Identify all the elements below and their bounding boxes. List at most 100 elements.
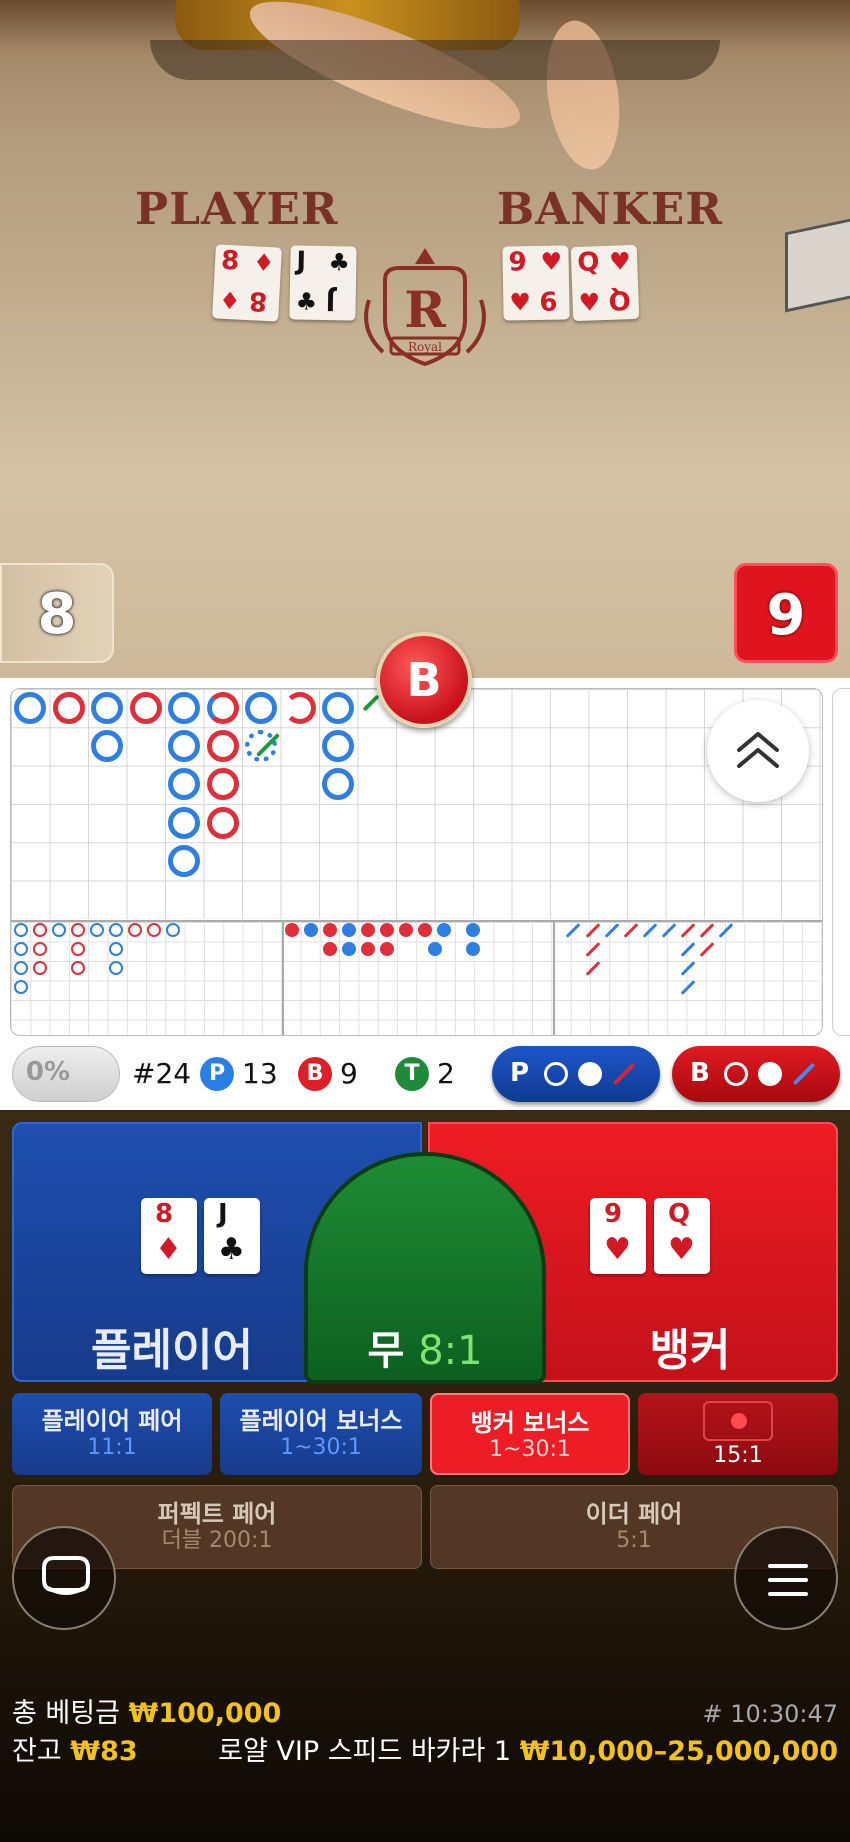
predict-dot-icon: [578, 1062, 602, 1086]
banker-pair-odds: 15:1: [713, 1443, 763, 1468]
banker-bet-card-1: 9 ♥: [590, 1198, 646, 1274]
balance-label: 잔고: [12, 1736, 62, 1767]
table-name: 로얄 VIP 스피드 바카라 1: [218, 1736, 512, 1767]
bigeye-mark: [14, 980, 28, 994]
player-predict-button[interactable]: P: [492, 1046, 660, 1102]
road-player-ring: [322, 768, 354, 800]
stats-bar: 0% #24 P 13 B 9 T 2 P B: [0, 1036, 850, 1110]
bigeye-mark: [33, 961, 47, 975]
expand-roadmap-button[interactable]: [707, 700, 809, 802]
tie-odds: 8:1: [418, 1328, 483, 1374]
table-player-card-1: 8 ♦ ♦ 8: [212, 244, 282, 322]
bigeye-mark: [109, 961, 123, 975]
road-player-ring: [14, 692, 46, 724]
bigeye-mark: [14, 942, 28, 956]
bigeye-mark: [90, 923, 104, 937]
royal-crest-logo: R Royal: [355, 240, 495, 380]
smallroad-mark: [466, 923, 480, 937]
tie-bet-label: 무 8:1: [367, 1328, 483, 1374]
banker-predict-button[interactable]: B: [672, 1046, 840, 1102]
road-player-ring: [245, 730, 277, 762]
player-predict-label: P: [510, 1058, 530, 1088]
bigeye-mark: [166, 923, 180, 937]
banker-bet-card-2: Q ♥: [654, 1198, 710, 1274]
chat-button[interactable]: [12, 1526, 116, 1630]
predict-slash-icon: [612, 1062, 636, 1086]
balance-row: 잔고 ₩83: [12, 1735, 138, 1769]
smallroad-mark: [342, 942, 356, 956]
road-player-ring: [322, 692, 354, 724]
road-banker-ring: [207, 807, 239, 839]
smallroad-mark: [285, 923, 299, 937]
player-bonus-bet[interactable]: 플레이어 보너스 1~30:1: [220, 1393, 422, 1475]
banker-score: 9: [734, 563, 838, 663]
live-video: PLAYER BANKER 8 ♦ ♦ 8 J ♣ ♣ J 9 ♥ ♥ 9 Q ♥ ♥ Q R …: [0, 0, 850, 680]
smallroad-mark: [342, 923, 356, 937]
road-player-ring: [168, 768, 200, 800]
double-chevron-up-icon: [737, 732, 779, 768]
predict-ring-icon: [544, 1062, 568, 1086]
bigeye-mark: [109, 942, 123, 956]
player-pair-odds: 11:1: [87, 1435, 137, 1460]
table-rail: [150, 40, 720, 80]
smallroad-mark: [399, 923, 413, 937]
banker-bonus-odds: 1~30:1: [489, 1437, 571, 1462]
tie-count-chip: T: [395, 1057, 429, 1091]
smallroad-mark: [380, 923, 394, 937]
smallroad-mark: [437, 923, 451, 937]
chat-bubble-icon: [42, 1556, 90, 1595]
total-bet-value: ₩100,000: [128, 1698, 282, 1729]
bigeye-mark: [71, 923, 85, 937]
card-shoe: [785, 217, 850, 313]
tie-bet-zone[interactable]: 무 8:1: [304, 1152, 546, 1384]
bigeye-mark: [147, 923, 161, 937]
roadmap-next-panel-edge: [832, 688, 850, 1036]
banker-pair-icon: [703, 1401, 773, 1441]
smallroad-mark: [428, 942, 442, 956]
smallroad-mark: [361, 942, 375, 956]
table-limits: ₩10,000–25,000,000: [519, 1736, 838, 1767]
road-banker-ring: [207, 692, 239, 724]
road-separator-1: [282, 920, 284, 1035]
smallroad-mark: [361, 923, 375, 937]
road-player-ring: [168, 845, 200, 877]
balance-value: ₩83: [70, 1736, 138, 1767]
road-player-ring: [168, 730, 200, 762]
result-banker-badge: B: [376, 632, 472, 728]
player-pair-label: 플레이어 페어: [41, 1407, 183, 1435]
bigeye-mark: [109, 923, 123, 937]
smallroad-mark: [304, 923, 318, 937]
round-number: #24: [132, 1057, 192, 1090]
smallroad-mark: [418, 923, 432, 937]
table-banker-card-1: 9 ♥ ♥ 9: [502, 245, 570, 321]
road-separator-2: [553, 920, 555, 1035]
roadmap-panel: [10, 688, 823, 1036]
table-player-card-2: J ♣ ♣ J: [289, 245, 357, 321]
banker-bonus-bet[interactable]: 뱅커 보너스 1~30:1: [430, 1393, 630, 1475]
bigeye-mark: [14, 961, 28, 975]
smallroad-mark: [323, 942, 337, 956]
bigeye-mark: [71, 942, 85, 956]
table-info-row: 로얄 VIP 스피드 바카라 1 ₩10,000–25,000,000: [218, 1735, 838, 1769]
percent-text: 0%: [25, 1057, 71, 1087]
player-bet-card-2: J ♣: [204, 1198, 260, 1274]
player-count-chip: P: [200, 1057, 234, 1091]
banker-pair-bet[interactable]: 15:1: [638, 1393, 838, 1475]
banker-count: 9: [340, 1057, 358, 1090]
banker-predict-label: B: [690, 1058, 710, 1088]
player-area-label: PLAYER: [135, 184, 339, 235]
road-player-ring: [91, 730, 123, 762]
clock: # 10:30:47: [702, 1700, 838, 1728]
menu-button[interactable]: [734, 1526, 838, 1630]
banker-count-chip: B: [298, 1057, 332, 1091]
percent-pill[interactable]: 0%: [12, 1046, 120, 1102]
road-banker-ring: [284, 692, 316, 724]
total-bet-label: 총 베팅금: [12, 1698, 120, 1729]
bigeye-mark: [52, 923, 66, 937]
player-pair-bet[interactable]: 플레이어 페어 11:1: [12, 1393, 212, 1475]
bigeye-mark: [71, 961, 85, 975]
bigeye-mark: [33, 923, 47, 937]
player-score: 8: [0, 563, 114, 663]
player-count: 13: [242, 1057, 278, 1090]
bigeye-mark: [128, 923, 142, 937]
